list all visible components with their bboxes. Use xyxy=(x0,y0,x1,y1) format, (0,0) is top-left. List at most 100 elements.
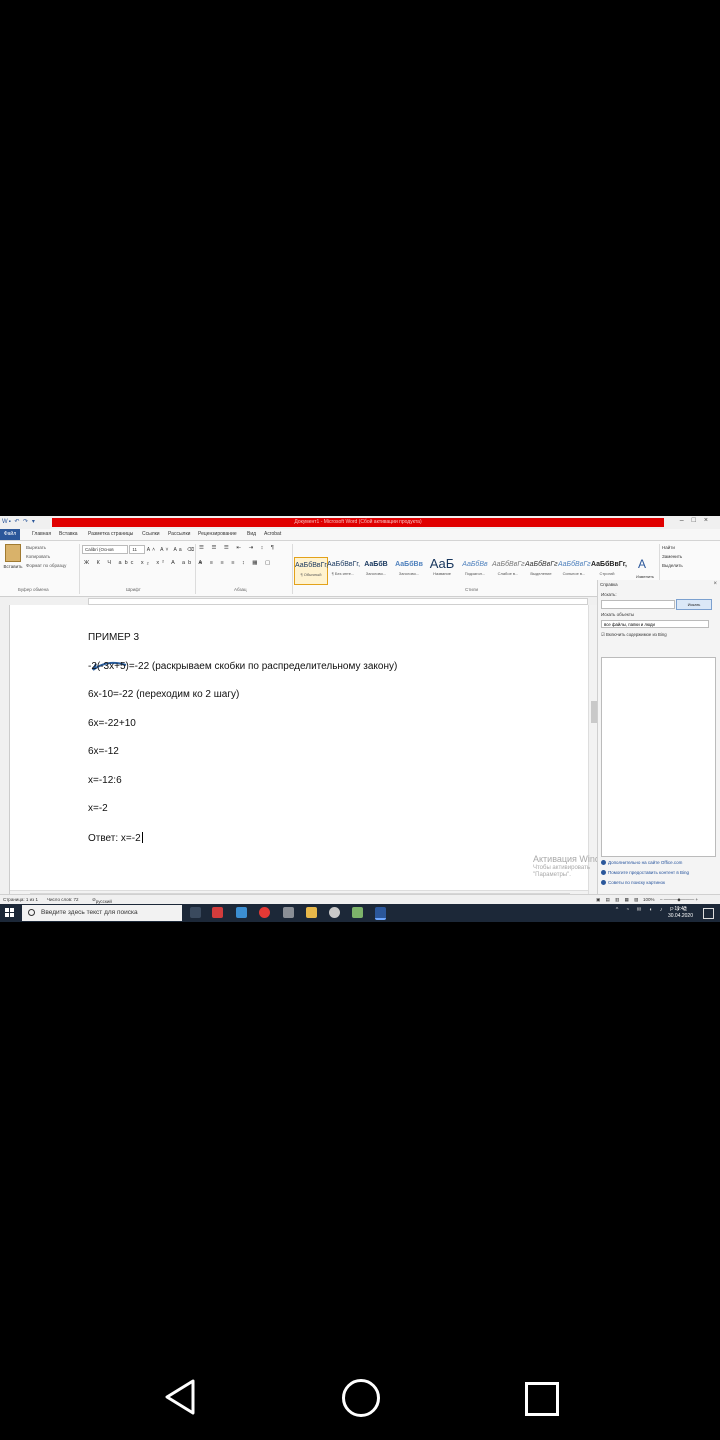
yandex-icon[interactable] xyxy=(212,907,223,918)
style-emphasis[interactable]: АаБбВвГг Выделение xyxy=(525,557,558,583)
zoom-slider[interactable]: – ———◆——— + xyxy=(660,897,698,903)
clipboard-group-label: Буфер обмена xyxy=(18,587,49,592)
windows-start-icon[interactable] xyxy=(5,908,15,918)
word-count[interactable]: Число слов: 72 xyxy=(47,897,79,902)
scope-label: Искать объекты xyxy=(601,612,635,617)
style-no-spacing[interactable]: АаБбВвГг, ¶ Без инте... xyxy=(327,557,360,583)
quick-access-toolbar[interactable]: W▪ ↶ ↷ ▾ xyxy=(2,518,36,525)
app-icon[interactable] xyxy=(329,907,340,918)
close-icon[interactable]: × xyxy=(713,581,717,587)
search-icon xyxy=(28,909,35,916)
copy-button[interactable]: Копировать xyxy=(26,554,50,559)
doc-answer-line: Ответ: x=-2 xyxy=(88,832,143,844)
style-title[interactable]: АаБ Название xyxy=(426,557,458,583)
ribbon-tabs: Файл Главная Вставка Разметка страницы С… xyxy=(0,529,720,541)
page-count[interactable]: Страница: 1 из 1 xyxy=(3,897,38,902)
font-controls: Calibri (Основ 11 A˄ A˅ Aa ⌫ xyxy=(82,545,196,554)
yandex-browser-icon[interactable] xyxy=(259,907,270,918)
recent-apps-icon[interactable] xyxy=(525,1382,559,1416)
style-heading-2[interactable]: АаБбВв Заголово... xyxy=(393,557,425,583)
search-input[interactable] xyxy=(601,600,675,609)
notifications-icon[interactable] xyxy=(703,908,714,919)
word-icon[interactable] xyxy=(375,907,386,920)
cut-button[interactable]: Вырезать xyxy=(26,545,46,550)
scope-select[interactable]: все файлы, папки и люди xyxy=(601,620,709,628)
style-subtle-emphasis[interactable]: АаБбВвГг Слабое в... xyxy=(492,557,525,583)
style-heading-1[interactable]: АаБбВ Заголово... xyxy=(360,557,392,583)
office-link[interactable]: Дополнительно на сайте Office.com xyxy=(601,860,682,865)
language-indicator[interactable]: ⊘ русский xyxy=(92,897,112,904)
window-controls[interactable]: –□× xyxy=(680,517,716,524)
replace-button[interactable]: Заменить xyxy=(662,554,682,559)
view-buttons[interactable]: ▣ ▤ ▥ ▦ ▧ xyxy=(596,897,640,903)
tab-page-layout[interactable]: Разметка страницы xyxy=(88,530,133,539)
doc-line: 6x=-12 xyxy=(88,746,119,757)
style-normal[interactable]: АаБбВвГг, ¶ Обычный xyxy=(294,557,328,585)
desktop-screenshot: W▪ ↶ ↷ ▾ Документ1 - Microsoft Word (Сбо… xyxy=(0,516,720,922)
windows-taskbar: Введите здесь текст для поиска ^ ◔ ✉ ◖ ♪… xyxy=(0,904,720,922)
bing-checkbox[interactable]: ☑ Включить содержимое из Bing xyxy=(601,632,667,638)
font-grow-shrink[interactable]: A˄ A˅ Aa ⌫ xyxy=(147,547,196,553)
tab-review[interactable]: Рецензирование xyxy=(198,530,237,539)
styles-group-label: Стили xyxy=(465,587,478,592)
telegram-icon[interactable] xyxy=(236,907,247,918)
styles-gallery: АаБбВвГг, ¶ Обычный АаБбВвГг, ¶ Без инте..… xyxy=(294,557,630,585)
title-bar: W▪ ↶ ↷ ▾ Документ1 - Microsoft Word (Сбо… xyxy=(0,516,720,529)
tab-mailings[interactable]: Рассылки xyxy=(168,530,190,539)
style-subtitle[interactable]: АаБбВв Подзагол... xyxy=(459,557,491,583)
minimize-button[interactable]: – xyxy=(680,517,692,524)
clipboard-icon xyxy=(5,544,21,562)
window-title: Документ1 - Microsoft Word (Сбой активац… xyxy=(52,518,664,527)
select-button[interactable]: Выделить xyxy=(662,563,683,568)
font-name-select[interactable]: Calibri (Основ xyxy=(82,545,128,554)
clock[interactable]: 11:43 30.04.2020 xyxy=(668,906,693,920)
format-painter-button[interactable]: Формат по образцу xyxy=(26,563,66,568)
globe-icon xyxy=(601,870,606,875)
change-styles-icon: A xyxy=(638,557,647,571)
find-button[interactable]: Найти xyxy=(662,545,675,550)
paste-button[interactable]: Вставить xyxy=(3,544,23,574)
app-icon[interactable] xyxy=(352,907,363,918)
tab-references[interactable]: Ссылки xyxy=(142,530,160,539)
search-button[interactable]: Искать xyxy=(676,599,712,610)
doc-heading: ПРИМЕР 3 xyxy=(88,632,140,643)
document-area: ПРИМЕР 3 -2(-3x+5)=-22 (раскрываем скобк… xyxy=(0,605,599,899)
help-icon xyxy=(601,880,606,885)
close-button[interactable]: × xyxy=(704,517,716,524)
home-icon[interactable] xyxy=(342,1379,380,1417)
doc-line: x=-12:6 xyxy=(88,775,122,786)
font-group-label: Шрифт xyxy=(126,587,141,592)
paragraph-group-label: Абзац xyxy=(234,587,247,592)
bing-content-link[interactable]: Помогите предоставить контент в Bing xyxy=(601,870,689,875)
tab-view[interactable]: Вид xyxy=(247,530,256,539)
align-buttons[interactable]: ≡ ≡ ≡ ≡ ↕ ▦ ▢ xyxy=(199,560,273,566)
tab-home[interactable]: Главная xyxy=(32,530,51,539)
zoom-level[interactable]: 100% xyxy=(643,897,655,902)
doc-line: 6x=-22+10 xyxy=(88,718,136,729)
calculator-icon[interactable] xyxy=(283,907,294,918)
style-intense-emphasis[interactable]: АаБбВвГг Сильное в... xyxy=(558,557,591,583)
doc-line: -2(-3x+5)=-22 (раскрываем скобки по расп… xyxy=(88,661,398,672)
maximize-button[interactable]: □ xyxy=(692,517,704,524)
pane-title: Справка xyxy=(600,582,618,587)
list-buttons[interactable]: ☰ ☰ ☰ ⇤ ⇥ ↕ ¶ xyxy=(199,545,277,551)
document-page[interactable]: ПРИМЕР 3 -2(-3x+5)=-22 (раскрываем скобк… xyxy=(10,605,588,899)
task-view-icon[interactable] xyxy=(190,907,201,918)
file-explorer-icon[interactable] xyxy=(306,907,317,918)
taskbar-search[interactable]: Введите здесь текст для поиска xyxy=(22,905,182,921)
tab-acrobat[interactable]: Acrobat xyxy=(264,530,281,539)
clipart-pane: Справка × Искать: Искать Искать объекты … xyxy=(597,580,720,900)
globe-icon xyxy=(601,860,606,865)
tab-insert[interactable]: Вставка xyxy=(59,530,78,539)
font-size-select[interactable]: 11 xyxy=(129,545,146,554)
tips-link[interactable]: Советы по поиску картинок xyxy=(601,880,665,885)
doc-line: 6x-10=-22 (переходим ко 2 шагу) xyxy=(88,689,240,700)
tab-file[interactable]: Файл xyxy=(0,529,20,540)
android-navigation-bar xyxy=(0,1350,720,1440)
back-icon[interactable] xyxy=(164,1379,196,1415)
results-list[interactable] xyxy=(601,657,716,857)
font-format-buttons[interactable]: Ж К Ч abc x₂ x² A ab A xyxy=(84,560,205,566)
search-label: Искать: xyxy=(601,592,617,597)
vertical-ruler xyxy=(0,605,10,899)
doc-line: x=-2 xyxy=(88,803,108,814)
